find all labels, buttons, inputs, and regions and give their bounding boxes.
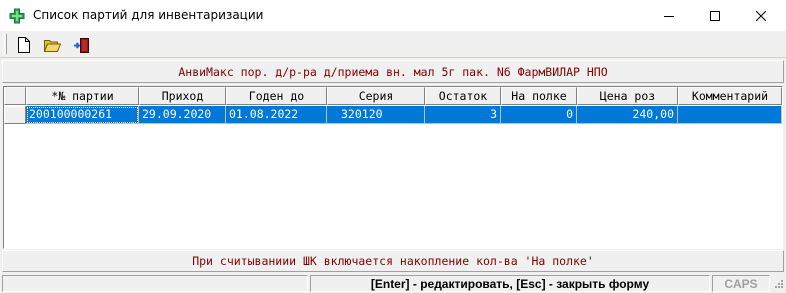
close-button[interactable] bbox=[738, 0, 784, 31]
grid-header: *№ партии Приход Годен до Серия Остаток … bbox=[4, 87, 782, 105]
column-header-comment[interactable]: Комментарий bbox=[678, 87, 782, 105]
title-bar[interactable]: Список партий для инвентаризации bbox=[0, 0, 786, 31]
close-icon bbox=[756, 10, 766, 21]
product-name: АнвиМакс пор. д/р-ра д/приема вн. мал 5г… bbox=[178, 64, 608, 79]
resize-grip-icon bbox=[775, 280, 783, 288]
hint-text: При считываниии ШК включается накопление… bbox=[192, 254, 594, 268]
cell-arrival[interactable]: 29.09.2020 bbox=[139, 106, 226, 124]
table-row[interactable]: 200100000261 29.09.2020 01.08.2022 32012… bbox=[4, 106, 782, 124]
column-header-arrival[interactable]: Приход bbox=[139, 87, 226, 105]
status-panel-empty bbox=[2, 275, 308, 292]
status-panel-caps: CAPS bbox=[712, 275, 770, 292]
hint-bar: При считываниии ШК включается накопление… bbox=[2, 250, 784, 272]
cell-remaining[interactable]: 3 bbox=[425, 106, 501, 124]
shortcuts-hint: [Enter] - редактировать, [Esc] - закрыть… bbox=[370, 276, 650, 291]
status-bar: [Enter] - редактировать, [Esc] - закрыть… bbox=[0, 274, 786, 293]
new-button[interactable] bbox=[12, 34, 35, 56]
column-header-series[interactable]: Серия bbox=[327, 87, 425, 105]
open-folder-icon bbox=[44, 40, 61, 52]
row-indicator-header bbox=[4, 87, 26, 105]
status-panel-shortcuts: [Enter] - редактировать, [Esc] - закрыть… bbox=[310, 275, 710, 292]
minimize-icon bbox=[664, 15, 674, 17]
minimize-button[interactable] bbox=[646, 0, 692, 31]
toolbar bbox=[0, 31, 786, 58]
cell-comment[interactable] bbox=[678, 106, 782, 124]
cell-expiry[interactable]: 01.08.2022 bbox=[226, 106, 327, 124]
exit-button[interactable] bbox=[70, 34, 93, 56]
window-title: Список партий для инвентаризации bbox=[33, 8, 264, 22]
column-header-price[interactable]: Цена роз bbox=[577, 87, 678, 105]
cell-price[interactable]: 240,00 bbox=[577, 106, 678, 124]
column-header-on-shelf[interactable]: На полке bbox=[501, 87, 577, 105]
column-header-batch[interactable]: *№ партии bbox=[26, 87, 139, 105]
cell-series[interactable]: 320120 bbox=[327, 106, 425, 124]
maximize-icon bbox=[710, 10, 720, 21]
pharmacy-cross-icon bbox=[9, 8, 25, 24]
product-header: АнвиМакс пор. д/р-ра д/приема вн. мал 5г… bbox=[2, 60, 784, 83]
resize-grip[interactable] bbox=[772, 278, 784, 291]
column-header-remaining[interactable]: Остаток bbox=[425, 87, 501, 105]
caps-indicator: CAPS bbox=[724, 276, 758, 291]
exit-door-icon bbox=[74, 37, 89, 53]
new-document-icon bbox=[17, 37, 30, 53]
cell-on-shelf[interactable]: 0 bbox=[501, 106, 577, 124]
row-indicator[interactable] bbox=[4, 106, 26, 124]
column-header-expiry[interactable]: Годен до bbox=[226, 87, 327, 105]
cell-batch[interactable]: 200100000261 bbox=[26, 106, 139, 124]
toolbar-grip[interactable] bbox=[4, 34, 7, 54]
maximize-button[interactable] bbox=[692, 0, 738, 31]
batches-grid[interactable]: *№ партии Приход Годен до Серия Остаток … bbox=[3, 86, 783, 249]
open-button[interactable] bbox=[41, 34, 64, 56]
